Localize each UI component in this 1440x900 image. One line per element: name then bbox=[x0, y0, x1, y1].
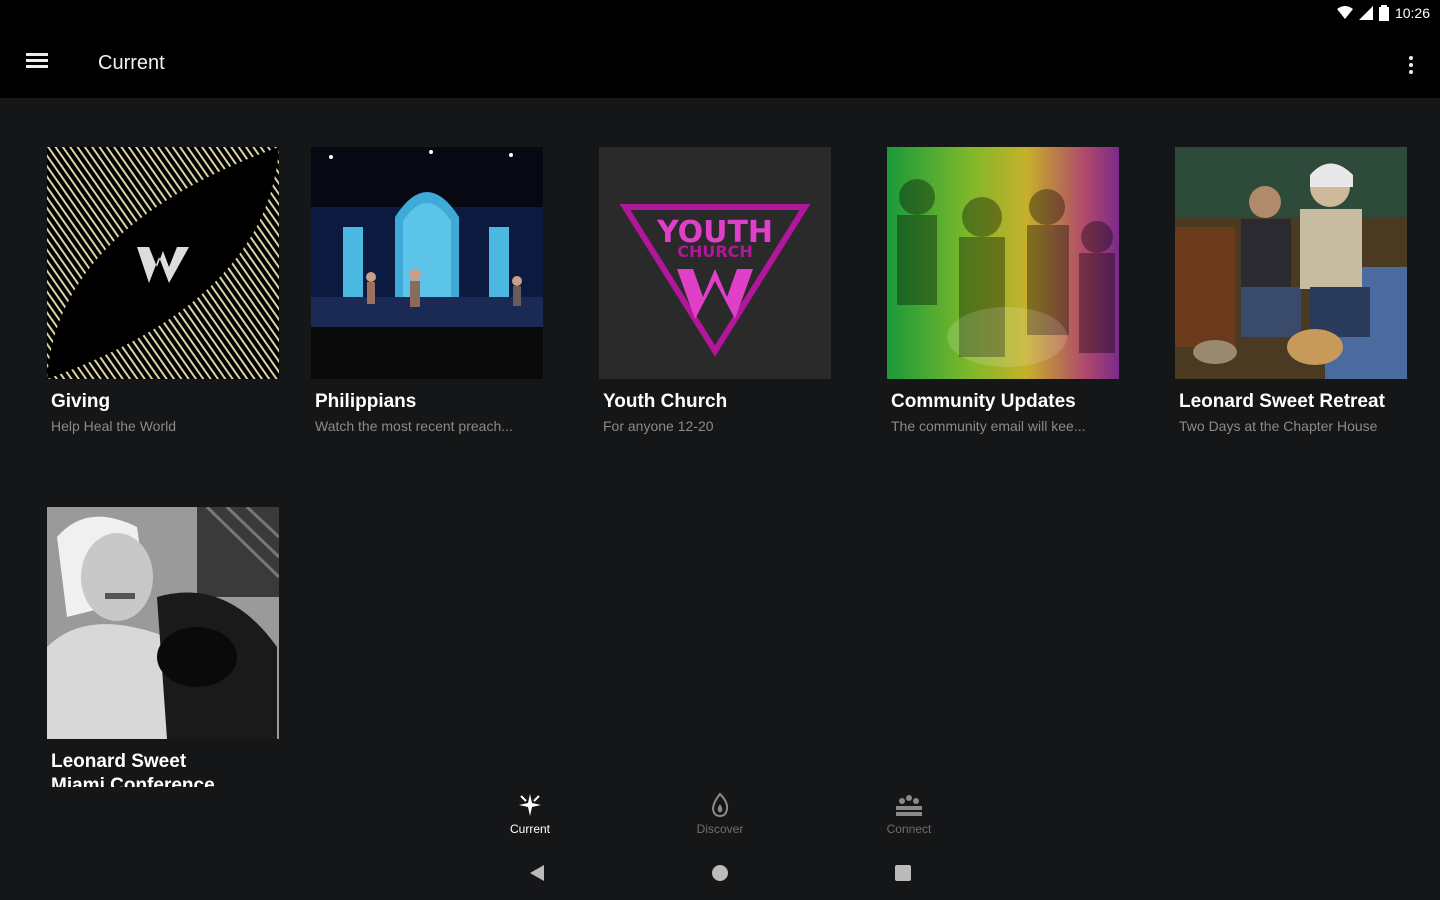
bottom-navigation: Current Discover Connect bbox=[0, 790, 1440, 842]
card-title: Youth Church bbox=[603, 391, 728, 412]
card-subtitle: The community email will kee... bbox=[891, 418, 1086, 434]
card-thumbnail: YOUTH CHURCH bbox=[599, 147, 831, 379]
home-icon[interactable] bbox=[710, 863, 730, 883]
wifi-icon bbox=[1336, 6, 1353, 19]
recents-icon[interactable] bbox=[893, 863, 913, 883]
page-title: Current bbox=[98, 52, 165, 74]
card-subtitle: Two Days at the Chapter House bbox=[1179, 418, 1378, 434]
people-icon bbox=[896, 795, 922, 816]
nav-label: Discover bbox=[696, 822, 744, 836]
card-thumbnail bbox=[311, 147, 543, 379]
card-title: Giving bbox=[51, 391, 111, 412]
card-thumbnail bbox=[47, 507, 279, 739]
signal-icon bbox=[1358, 6, 1373, 20]
nav-connect[interactable]: Connect bbox=[859, 790, 959, 836]
card-title: Leonard Sweet Retreat bbox=[1179, 391, 1385, 412]
youth-church-logo: YOUTH CHURCH bbox=[619, 204, 811, 357]
app-bar: Current bbox=[0, 30, 1440, 98]
system-navigation bbox=[0, 855, 1440, 895]
more-options-icon[interactable] bbox=[1404, 50, 1418, 80]
nav-label: Connect bbox=[886, 822, 932, 836]
card-title: Leonard Sweet bbox=[51, 751, 187, 772]
status-icons: 10:26 bbox=[1336, 5, 1430, 21]
nav-discover[interactable]: Discover bbox=[670, 790, 770, 836]
content-card-leonard-sweet[interactable]: Leonard Sweet Miami Conference bbox=[47, 507, 279, 787]
card-thumbnail bbox=[47, 147, 279, 379]
back-icon[interactable] bbox=[528, 863, 548, 883]
sparkle-icon bbox=[519, 794, 541, 816]
card-subtitle: Miami Conference bbox=[51, 775, 215, 787]
card-subtitle: For anyone 12-20 bbox=[603, 418, 714, 434]
card-subtitle: Watch the most recent preach... bbox=[315, 418, 513, 434]
content-grid: Giving Help Heal the World Philippians W… bbox=[47, 147, 1427, 787]
card-title: Community Updates bbox=[891, 391, 1076, 412]
card-thumbnail bbox=[1175, 147, 1407, 379]
card-subtitle: Help Heal the World bbox=[51, 418, 177, 434]
battery-icon bbox=[1378, 5, 1389, 21]
status-time: 10:26 bbox=[1394, 5, 1430, 21]
nav-current[interactable]: Current bbox=[480, 790, 580, 836]
content-card-community-updates[interactable]: Community Updates The community email wi… bbox=[887, 147, 1119, 434]
card-title: Philippians bbox=[315, 391, 417, 412]
menu-icon[interactable] bbox=[26, 50, 56, 78]
status-bar: 10:26 bbox=[0, 0, 1440, 30]
content-card-youth-church[interactable]: YOUTH CHURCH Youth Church For anyone 12-… bbox=[599, 147, 831, 434]
content-card-giving[interactable]: Giving Help Heal the World bbox=[47, 147, 279, 434]
youth-logo-line2: CHURCH bbox=[677, 242, 753, 261]
flame-icon bbox=[711, 792, 729, 818]
content-card-philippians[interactable]: Philippians Watch the most recent preach… bbox=[311, 147, 543, 434]
content-card-leonard-sweet-retreat[interactable]: Leonard Sweet Retreat Two Days at the Ch… bbox=[1175, 147, 1407, 434]
nav-label: Current bbox=[509, 822, 550, 836]
card-thumbnail bbox=[887, 147, 1119, 379]
